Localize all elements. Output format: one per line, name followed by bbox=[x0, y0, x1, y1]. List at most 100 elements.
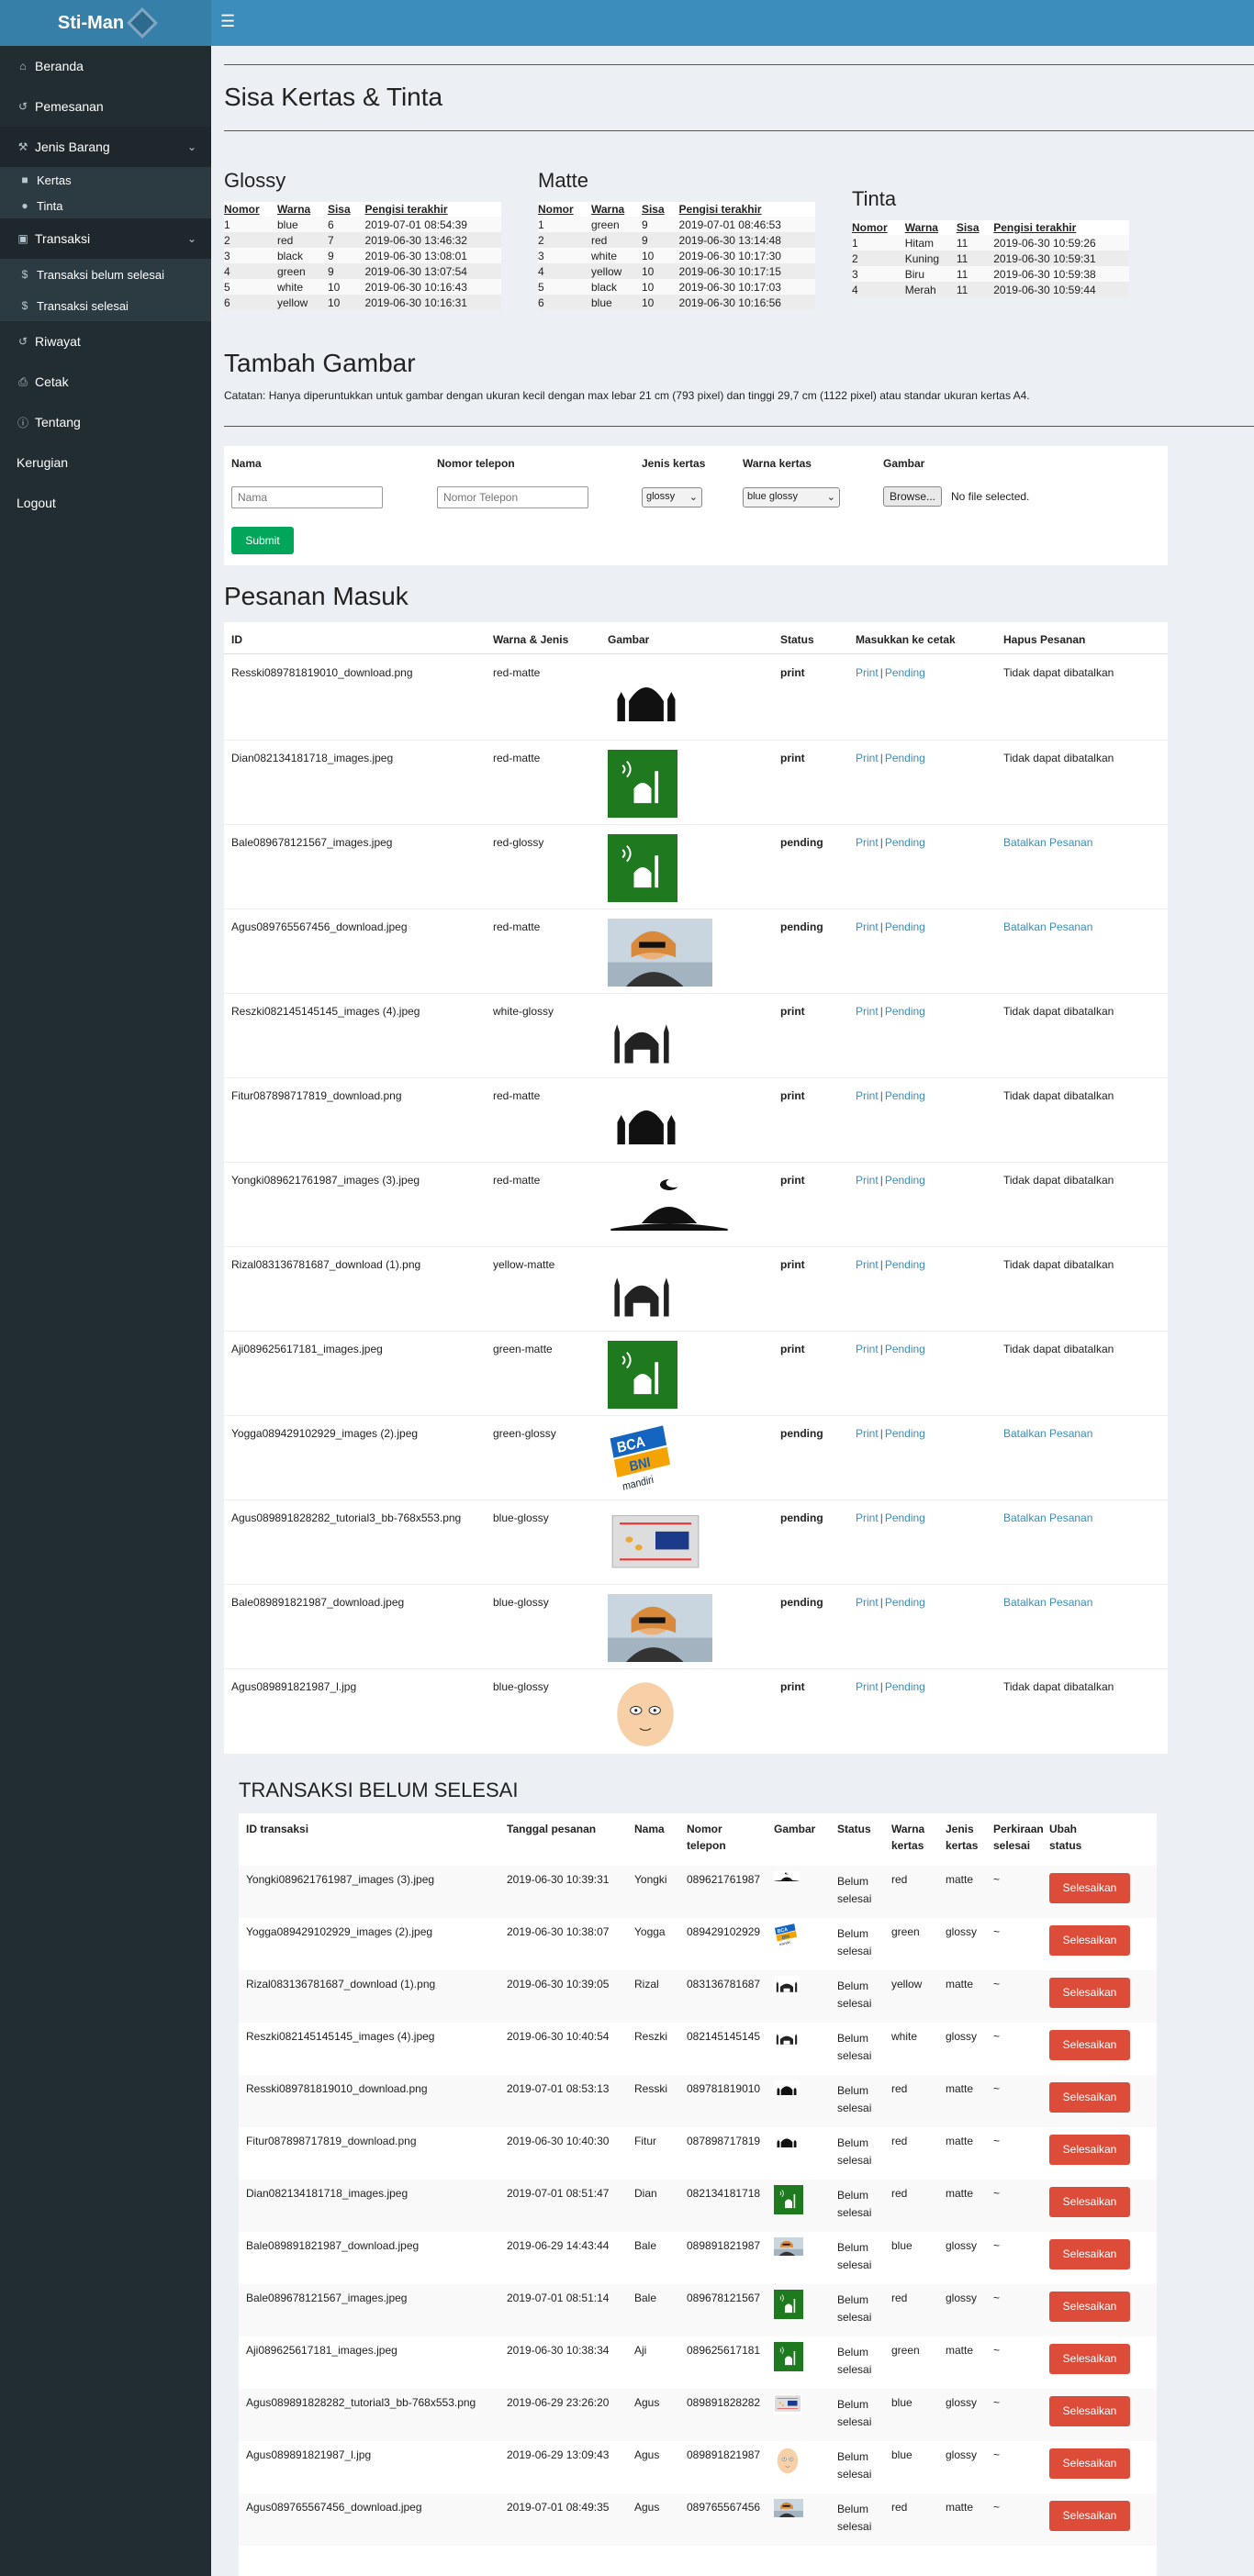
complete-button[interactable]: Selesaikan bbox=[1049, 2135, 1130, 2165]
sidebar-item-kertas[interactable]: ■ Kertas bbox=[0, 167, 211, 193]
complete-button[interactable]: Selesaikan bbox=[1049, 2187, 1130, 2217]
order-id: Dian082134181718_images.jpeg bbox=[231, 752, 394, 764]
sidebar-item-beranda[interactable]: ⌂ Beranda bbox=[0, 46, 211, 86]
complete-button[interactable]: Selesaikan bbox=[1049, 1978, 1130, 2008]
cancel-order-link[interactable]: Batalkan Pesanan bbox=[1003, 1596, 1092, 1609]
print-link[interactable]: Print bbox=[856, 1089, 879, 1102]
complete-button[interactable]: Selesaikan bbox=[1049, 2292, 1130, 2322]
complete-button[interactable]: Selesaikan bbox=[1049, 2030, 1130, 2060]
pending-link[interactable]: Pending bbox=[885, 1089, 925, 1102]
sidebar-item-pemesanan[interactable]: ↺ Pemesanan bbox=[0, 86, 211, 127]
pending-link[interactable]: Pending bbox=[885, 1174, 925, 1187]
pending-link[interactable]: Pending bbox=[885, 752, 925, 764]
bars-icon[interactable]: ☰ bbox=[220, 12, 235, 31]
chevron-down-icon: ⌄ bbox=[186, 232, 196, 245]
table-row: 2 red 9 2019-06-30 13:14:48 bbox=[538, 232, 815, 248]
cancel-disabled-text: Tidak dapat dibatalkan bbox=[1003, 1174, 1114, 1187]
sidebar-item-cetak[interactable]: ⎙ Cetak bbox=[0, 362, 211, 402]
link-separator: | bbox=[879, 920, 883, 933]
print-link[interactable]: Print bbox=[856, 1596, 879, 1609]
sidebar-item-label: Logout bbox=[17, 496, 56, 510]
print-link[interactable]: Print bbox=[856, 1005, 879, 1018]
complete-button[interactable]: Selesaikan bbox=[1049, 2501, 1130, 2531]
sidebar-item-kerugian[interactable]: Kerugian bbox=[0, 442, 211, 483]
print-link[interactable]: Print bbox=[856, 666, 879, 679]
complete-button[interactable]: Selesaikan bbox=[1049, 2448, 1130, 2479]
jenis-select[interactable]: glossy ⌄ bbox=[642, 487, 702, 507]
sidebar-item-tentang[interactable]: ⓘ Tentang bbox=[0, 402, 211, 442]
column-header: Tanggal pesanan bbox=[507, 1823, 597, 1835]
print-link[interactable]: Print bbox=[856, 1343, 879, 1355]
complete-button[interactable]: Selesaikan bbox=[1049, 1925, 1130, 1956]
sidebar-item-tinta[interactable]: ● Tinta bbox=[0, 193, 211, 218]
pending-link[interactable]: Pending bbox=[885, 1511, 925, 1524]
cancel-order-link[interactable]: Batalkan Pesanan bbox=[1003, 920, 1092, 933]
column-header: Nama bbox=[634, 1823, 665, 1835]
complete-button[interactable]: Selesaikan bbox=[1049, 2239, 1130, 2269]
transaksi-title: TRANSAKSI BELUM SELESAI bbox=[239, 1779, 519, 1801]
complete-button[interactable]: Selesaikan bbox=[1049, 2082, 1130, 2113]
transaction-status: Belum selesai bbox=[837, 2450, 872, 2481]
phone-number: 089891828282 bbox=[687, 2396, 761, 2409]
column-header: Perkiraan selesai bbox=[993, 1823, 1044, 1852]
table-row: Yongki089621761987_images (3).jpeg red-ma… bbox=[224, 1162, 1168, 1246]
brand-name[interactable]: Sti-Man bbox=[58, 13, 124, 34]
table-row: 5 black 10 2019-06-30 10:17:03 bbox=[538, 279, 815, 295]
pending-link[interactable]: Pending bbox=[885, 1680, 925, 1693]
gambar-label: Gambar bbox=[883, 457, 925, 470]
phone-number: 089891821987 bbox=[687, 2239, 761, 2252]
transaction-id: Agus089891828282_tutorial3_bb-768x553.pn… bbox=[246, 2396, 476, 2409]
warna-select[interactable]: blue glossy ⌄ bbox=[743, 487, 840, 507]
complete-button[interactable]: Selesaikan bbox=[1049, 1873, 1130, 1903]
complete-button[interactable]: Selesaikan bbox=[1049, 2344, 1130, 2374]
sidebar-item-transaksi-selesai[interactable]: $ Transaksi selesai bbox=[0, 290, 211, 321]
sidebar-item-logout[interactable]: Logout bbox=[0, 483, 211, 523]
pending-link[interactable]: Pending bbox=[885, 1596, 925, 1609]
complete-button[interactable]: Selesaikan bbox=[1049, 2396, 1130, 2426]
pending-link[interactable]: Pending bbox=[885, 836, 925, 849]
submit-button[interactable]: Submit bbox=[231, 527, 294, 554]
table-cell: Merah bbox=[904, 283, 936, 296]
order-color-type: yellow-matte bbox=[493, 1258, 555, 1271]
table-row: Dian082134181718_images.jpeg red-matte pri… bbox=[224, 740, 1168, 824]
print-link[interactable]: Print bbox=[856, 1427, 879, 1440]
transaction-status: Belum selesai bbox=[837, 1979, 872, 2010]
table-cell: 2 bbox=[538, 233, 544, 247]
print-actions: Print | Pending bbox=[856, 1427, 925, 1440]
order-date: 2019-06-30 10:39:31 bbox=[507, 1873, 610, 1886]
link-separator: | bbox=[879, 666, 883, 679]
cancel-order-link[interactable]: Batalkan Pesanan bbox=[1003, 836, 1092, 849]
column-header: Warna kertas bbox=[891, 1823, 925, 1852]
phone-number: 082134181718 bbox=[687, 2187, 761, 2200]
sidebar-item-transaksi[interactable]: ▣ Transaksi ⌄ bbox=[0, 218, 211, 259]
table-cell: 2019-07-01 08:46:53 bbox=[678, 217, 781, 231]
print-actions: Print | Pending bbox=[856, 920, 925, 933]
print-link[interactable]: Print bbox=[856, 1680, 879, 1693]
print-link[interactable]: Print bbox=[856, 920, 879, 933]
print-link[interactable]: Print bbox=[856, 1258, 879, 1271]
pending-link[interactable]: Pending bbox=[885, 666, 925, 679]
table-cell: 1 bbox=[852, 236, 858, 250]
pending-link[interactable]: Pending bbox=[885, 920, 925, 933]
print-link[interactable]: Print bbox=[856, 1174, 879, 1187]
page-title: Sisa Kertas & Tinta bbox=[224, 83, 443, 111]
nama-input[interactable] bbox=[231, 486, 383, 508]
pending-link[interactable]: Pending bbox=[885, 1005, 925, 1018]
sidebar-item-transaksi-belum-selesai[interactable]: $ Transaksi belum selesai bbox=[0, 259, 211, 290]
sidebar-item-label: Cetak bbox=[35, 374, 69, 389]
cancel-order-link[interactable]: Batalkan Pesanan bbox=[1003, 1427, 1092, 1440]
pending-link[interactable]: Pending bbox=[885, 1427, 925, 1440]
sidebar-item-jenis-barang[interactable]: ⚒ Jenis Barang ⌄ bbox=[0, 127, 211, 167]
print-link[interactable]: Print bbox=[856, 1511, 879, 1524]
pending-link[interactable]: Pending bbox=[885, 1258, 925, 1271]
browse-button[interactable]: Browse... bbox=[883, 486, 943, 507]
pending-link[interactable]: Pending bbox=[885, 1343, 925, 1355]
cancel-order-link[interactable]: Batalkan Pesanan bbox=[1003, 1511, 1092, 1524]
sidebar-item-riwayat[interactable]: ↺ Riwayat bbox=[0, 321, 211, 362]
brand[interactable]: Sti-Man bbox=[0, 0, 211, 46]
telepon-input[interactable] bbox=[437, 486, 588, 508]
print-link[interactable]: Print bbox=[856, 836, 879, 849]
table-cell: blue bbox=[590, 296, 612, 309]
print-link[interactable]: Print bbox=[856, 752, 879, 764]
nama-label: Nama bbox=[231, 457, 262, 470]
